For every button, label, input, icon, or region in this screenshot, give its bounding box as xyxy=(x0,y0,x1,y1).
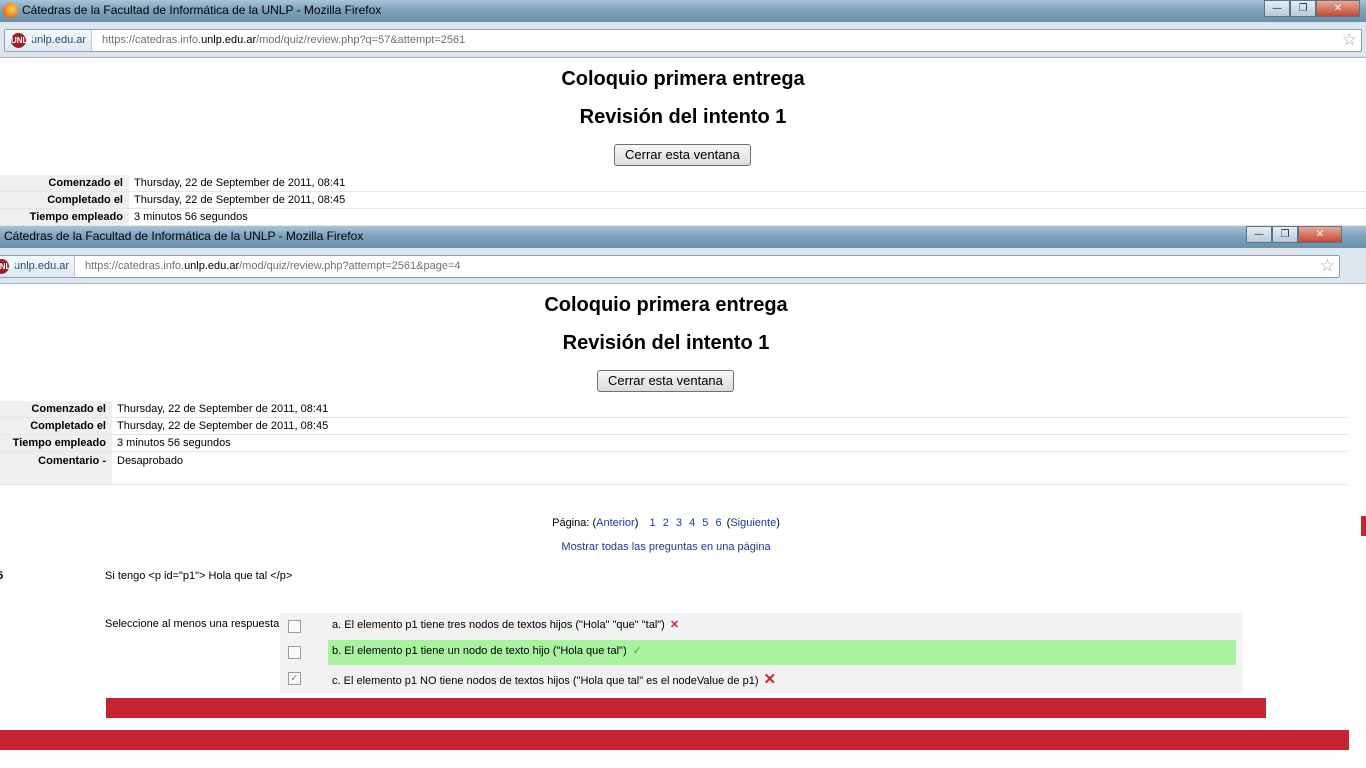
correct-check-icon: ✓ xyxy=(632,645,642,657)
maximize-button[interactable]: ❐ xyxy=(1290,0,1316,17)
site-identity-label: unlp.edu.ar xyxy=(14,260,70,272)
info-value: Desaprobado xyxy=(117,455,184,467)
window-title: Cátedras de la Facultad de Informática d… xyxy=(4,229,364,243)
answer-checkbox[interactable] xyxy=(288,620,301,633)
info-value: Thursday, 22 de September de 2011, 08:45 xyxy=(134,194,346,206)
navigation-bar: UNLP unlp.edu.ar https://catedras.info.u… xyxy=(0,248,1366,284)
incorrect-x-icon: ✕ xyxy=(669,619,680,631)
site-favicon-icon: UNLP xyxy=(11,33,33,48)
page-navigation: Página: (Anterior) 1 2 3 4 5 6 (Siguient… xyxy=(552,517,780,529)
title-bar[interactable]: Cátedras de la Facultad de Informática d… xyxy=(0,0,1366,22)
answer-text: b. El elemento p1 tiene un nodo de texto… xyxy=(332,645,627,657)
url-prefix: https://catedras.info. xyxy=(85,260,185,272)
question-text: Si tengo <p id="p1"> Hola que tal </p> xyxy=(105,570,293,582)
info-label: Completado el xyxy=(0,418,112,434)
answer-text: c. El elemento p1 NO tiene nodos de text… xyxy=(332,675,759,687)
scrollbar-marker[interactable] xyxy=(1361,516,1366,536)
url-path: /mod/quiz/review.php?q=57&attempt=2561 xyxy=(256,34,466,46)
answer-label: b. El elemento p1 tiene un nodo de texto… xyxy=(332,644,642,657)
answer-text: a. El elemento p1 tiene tres nodos de te… xyxy=(332,619,665,631)
attempt-info-table: Comenzado el Thursday, 22 de September d… xyxy=(0,175,1366,226)
site-identity-button[interactable]: UNLP unlp.edu.ar xyxy=(5,30,93,51)
info-row: Comenzado el Thursday, 22 de September d… xyxy=(0,175,1366,192)
answer-list: a. El elemento p1 tiene tres nodos de te… xyxy=(280,613,1243,693)
navigation-bar: UNLP unlp.edu.ar https://catedras.info.u… xyxy=(0,22,1366,58)
info-row: Completado el Thursday, 22 de September … xyxy=(0,418,1349,435)
info-label: Comenzado el xyxy=(0,401,112,417)
url-prefix: https://catedras.info. xyxy=(102,34,202,46)
firefox-icon xyxy=(3,3,18,18)
site-identity-label: unlp.edu.ar xyxy=(31,34,87,46)
pager-next-link[interactable]: Siguiente xyxy=(730,517,776,529)
window-controls: — ❐ ✕ xyxy=(1246,226,1342,243)
pager-page-6[interactable]: 6 xyxy=(715,517,721,529)
pager-page-5-current: 5 xyxy=(702,517,709,529)
answer-checkbox-checked[interactable]: ✓ xyxy=(288,672,301,685)
bookmark-star-icon[interactable]: ☆ xyxy=(1342,30,1357,51)
answer-label: c. El elemento p1 NO tiene nodos de text… xyxy=(332,670,776,688)
url-bar[interactable]: UNLP unlp.edu.ar https://catedras.info.u… xyxy=(4,29,1362,52)
page-title: Coloquio primera entrega xyxy=(561,68,805,90)
info-label: Comentario - xyxy=(0,452,112,484)
review-title: Revisión del intento 1 xyxy=(579,106,787,128)
minimize-button[interactable]: — xyxy=(1246,226,1272,243)
feedback-incorrect-bar xyxy=(106,698,1266,718)
url-domain: unlp.edu.ar xyxy=(201,34,257,46)
info-value: Thursday, 22 de September de 2011, 08:45 xyxy=(117,420,329,432)
window-title: Cátedras de la Facultad de Informática d… xyxy=(22,3,382,17)
answer-option-b[interactable]: b. El elemento p1 tiene un nodo de texto… xyxy=(280,639,1243,665)
url-bar[interactable]: UNLP unlp.edu.ar https://catedras.info.u… xyxy=(0,255,1340,278)
info-label: Completado el xyxy=(0,192,129,208)
answer-checkbox[interactable] xyxy=(288,646,301,659)
info-value: 3 minutos 56 segundos xyxy=(117,437,231,449)
close-window-page-button[interactable]: Cerrar esta ventana xyxy=(614,144,751,166)
bookmark-star-icon[interactable]: ☆ xyxy=(1320,256,1335,277)
info-label: Tiempo empleado xyxy=(0,435,112,451)
answer-option-a[interactable]: a. El elemento p1 tiene tres nodos de te… xyxy=(280,613,1243,639)
info-row-comment: Comentario - Desaprobado xyxy=(0,452,1349,485)
info-row: Tiempo empleado 3 minutos 56 segundos xyxy=(0,435,1349,452)
maximize-button[interactable]: ❐ xyxy=(1272,226,1298,243)
close-window-page-button[interactable]: Cerrar esta ventana xyxy=(597,370,734,392)
pager-page-2[interactable]: 2 xyxy=(663,517,669,529)
review-title: Revisión del intento 1 xyxy=(562,332,770,354)
minimize-button[interactable]: — xyxy=(1264,0,1290,17)
url-path: /mod/quiz/review.php?attempt=2561&page=4 xyxy=(239,260,461,272)
show-all-questions-link[interactable]: Mostrar todas las preguntas en una págin… xyxy=(0,541,1349,553)
answer-prompt: Seleccione al menos una respuesta. xyxy=(105,618,283,630)
answer-option-c[interactable]: ✓ c. El elemento p1 NO tiene nodos de te… xyxy=(280,665,1243,691)
close-window-button[interactable]: ✕ xyxy=(1298,226,1342,243)
pager-page-4[interactable]: 4 xyxy=(689,517,695,529)
url-domain: unlp.edu.ar xyxy=(184,260,240,272)
pager-page-3[interactable]: 3 xyxy=(676,517,682,529)
pager-page-1[interactable]: 1 xyxy=(650,517,656,529)
pager-label: Página: xyxy=(552,517,590,529)
attempt-info-table: Comenzado el Thursday, 22 de September d… xyxy=(0,401,1349,485)
info-row: Tiempo empleado 3 minutos 56 segundos xyxy=(0,209,1366,226)
url-text[interactable]: https://catedras.info.unlp.edu.ar/mod/qu… xyxy=(85,256,461,277)
page-content: Coloquio primera entrega Revisión del in… xyxy=(0,285,1349,768)
close-window-button[interactable]: ✕ xyxy=(1316,0,1360,17)
info-value: Thursday, 22 de September de 2011, 08:41 xyxy=(117,403,329,415)
page-content: Coloquio primera entrega Revisión del in… xyxy=(0,59,1366,226)
title-bar[interactable]: Cátedras de la Facultad de Informática d… xyxy=(0,226,1366,248)
info-row: Completado el Thursday, 22 de September … xyxy=(0,192,1366,209)
site-identity-button[interactable]: UNLP unlp.edu.ar xyxy=(0,256,76,277)
site-favicon-icon: UNLP xyxy=(0,259,16,274)
info-value: 3 minutos 56 segundos xyxy=(134,211,248,223)
info-value: Thursday, 22 de September de 2011, 08:41 xyxy=(134,177,346,189)
page-title: Coloquio primera entrega xyxy=(544,294,788,316)
answer-label: a. El elemento p1 tiene tres nodos de te… xyxy=(332,618,679,631)
browser-window-back: Cátedras de la Facultad de Informática d… xyxy=(0,0,1366,226)
browser-window-front: Cátedras de la Facultad de Informática d… xyxy=(0,226,1366,768)
info-label: Comenzado el xyxy=(0,175,129,191)
window-controls: — ❐ ✕ xyxy=(1264,0,1360,17)
url-text[interactable]: https://catedras.info.unlp.edu.ar/mod/qu… xyxy=(102,30,465,51)
info-row: Comenzado el Thursday, 22 de September d… xyxy=(0,401,1349,418)
info-label: Tiempo empleado xyxy=(0,209,129,225)
feedback-grade-bar xyxy=(0,730,1349,750)
pager-prev-link[interactable]: Anterior xyxy=(596,517,635,529)
question-number: 5 xyxy=(0,570,4,582)
incorrect-x-icon: ✕ xyxy=(763,671,777,688)
